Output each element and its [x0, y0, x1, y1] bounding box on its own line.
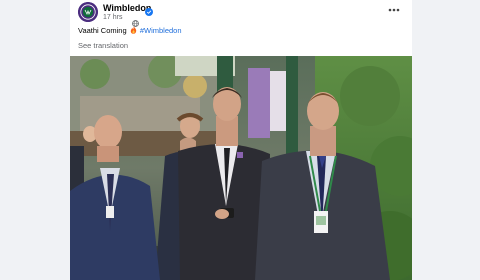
- verified-badge-icon: [145, 3, 153, 21]
- post-card: Wimbledon 17 hrs Vaathi Coming #Wimbledo…: [70, 0, 412, 280]
- post-photo[interactable]: [70, 54, 412, 280]
- post-message: Vaathi Coming: [78, 26, 127, 35]
- post-text: Vaathi Coming #Wimbledon: [78, 26, 182, 36]
- fire-emoji-icon: [130, 26, 137, 36]
- post-header: Wimbledon 17 hrs: [78, 2, 404, 27]
- see-translation-link[interactable]: See translation: [78, 41, 128, 50]
- more-options-icon: [388, 8, 400, 12]
- wimbledon-logo-avatar[interactable]: [78, 2, 98, 22]
- post-timestamp[interactable]: 17 hrs: [103, 14, 122, 21]
- more-options-button[interactable]: [386, 2, 402, 18]
- hashtag-link[interactable]: #Wimbledon: [140, 26, 182, 35]
